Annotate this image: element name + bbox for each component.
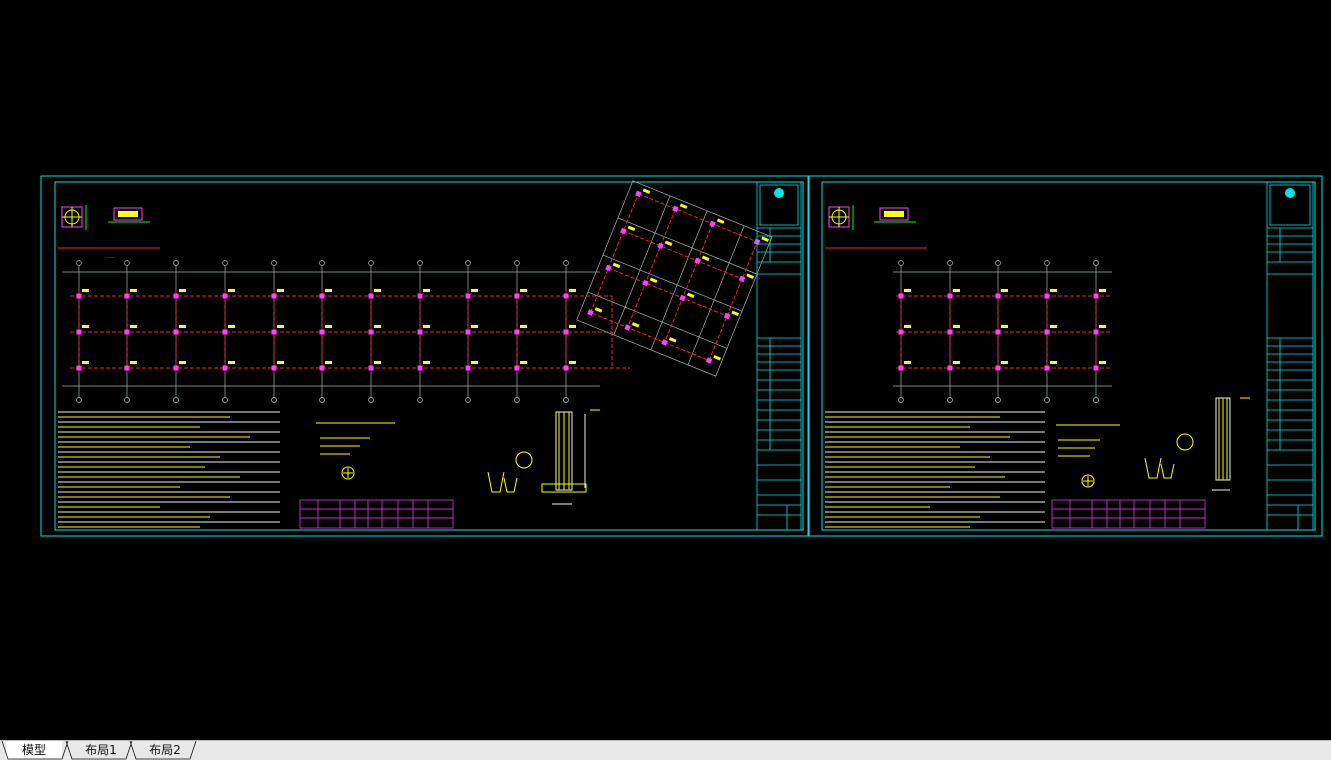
columns-1 xyxy=(76,289,576,371)
pile-notes-1 xyxy=(316,422,395,480)
pile-table-2 xyxy=(1051,499,1206,529)
svg-text:-- ------: -- ------ xyxy=(105,255,115,259)
pile-notes-2 xyxy=(1056,424,1120,488)
pile-detail-1 xyxy=(487,409,600,505)
drawing-sheet-1: -- ------ xyxy=(40,175,809,537)
title-block-1 xyxy=(756,181,802,531)
rotated-wing xyxy=(576,180,773,377)
pile-detail-2 xyxy=(1144,397,1250,491)
drawing-sheet-2 xyxy=(808,175,1323,537)
title-block-2 xyxy=(1266,181,1314,531)
pile-table-1 xyxy=(299,499,454,529)
general-notes-1 xyxy=(58,411,280,528)
general-notes-2 xyxy=(825,411,1045,528)
column-detail-1: -- ------ xyxy=(58,205,160,259)
drawing-canvas[interactable]: -- ------ xyxy=(0,0,1331,740)
column-detail-2 xyxy=(825,205,927,249)
beam-lines-1 xyxy=(70,290,630,372)
tab-outlines xyxy=(1,741,197,760)
cad-model-space[interactable]: -- ------ xyxy=(0,0,1331,740)
columns-2 xyxy=(898,289,1106,371)
layout-tab-bar: 模型 布局1 布局2 xyxy=(0,740,1331,760)
beam-lines-2 xyxy=(896,290,1110,372)
